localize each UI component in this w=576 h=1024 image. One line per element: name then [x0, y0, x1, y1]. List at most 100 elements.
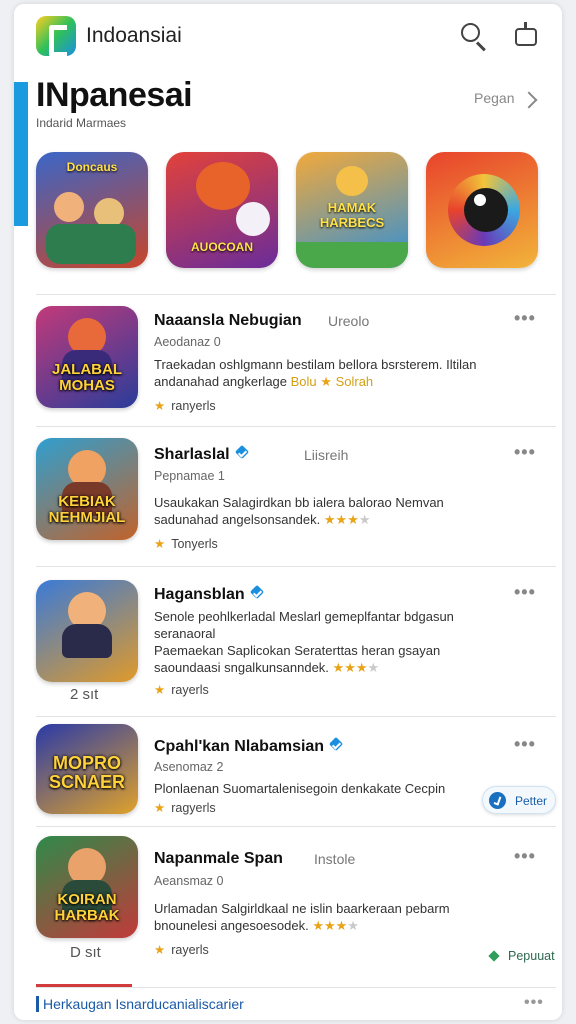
- featured-game-tile[interactable]: Doncaus: [36, 152, 148, 268]
- star-rating-icon: ★★★: [323, 512, 359, 527]
- rating-label: Tonyerls: [171, 537, 218, 551]
- game-title[interactable]: Cpahl'kan Nlabamsian: [154, 738, 344, 756]
- repair-label: Pepuuat: [508, 949, 555, 963]
- cast-icon[interactable]: [512, 20, 542, 52]
- more-options-icon[interactable]: •••: [514, 442, 536, 463]
- game-icon-label: JALABAL MOHAS: [52, 361, 122, 394]
- chevron-right-icon[interactable]: [522, 91, 536, 109]
- bottom-section-label[interactable]: Herkaugan Isnarducanialiscarier: [36, 996, 244, 1012]
- divider: [36, 987, 556, 988]
- see-more-link[interactable]: Pegan: [474, 90, 514, 106]
- star-rating-empty-icon: ★: [358, 512, 371, 527]
- list-item[interactable]: 2 sıt Hagansblan ••• Senole peohlkerlada…: [14, 572, 562, 714]
- action-pill-label: Petter: [515, 794, 548, 808]
- app-name: Indoansiai: [86, 24, 182, 47]
- side-accent-bar: [14, 82, 28, 226]
- more-options-icon[interactable]: •••: [524, 994, 544, 1012]
- star-icon: ★: [154, 537, 166, 551]
- list-item[interactable]: KEBIAK NEHMJIAL Sharlaslal Liisreih ••• …: [14, 432, 562, 564]
- description-accent: Bolu: [290, 374, 317, 389]
- page-subtitle: Indarid Marmaes: [36, 116, 127, 130]
- featured-game-tile[interactable]: [426, 152, 538, 268]
- rating-label: rayerls: [171, 683, 209, 697]
- list-item[interactable]: JALABAL MOHAS Naaansla Nebugian Ureolo •…: [14, 300, 562, 424]
- description-line: Senole peohlkerladal Meslarl gemeplfanta…: [154, 609, 454, 624]
- featured-tile-label: Doncaus: [66, 160, 118, 174]
- game-icon-label: KEBIAK NEHMJIAL: [48, 493, 126, 526]
- description-line: Usaukakan Salagirdkan bb ialera balorao …: [154, 495, 444, 510]
- game-icon: KOIRAN HARBAK: [36, 836, 138, 938]
- game-tag: Ureolo: [328, 313, 370, 329]
- star-icon: ★: [154, 683, 166, 697]
- star-rating-empty-icon: ★: [347, 918, 359, 933]
- app-logo-icon[interactable]: [36, 16, 76, 57]
- description-line: Urlamadan Salgirldkaal ne islin baarkera…: [154, 901, 450, 916]
- star-icon: ★: [154, 399, 166, 413]
- description-line: saoundaasi sngalkunsanndek.: [154, 660, 329, 675]
- description-line: Paemaekan Saplicokan Seraterttas heran g…: [154, 643, 441, 658]
- star-rating-empty-icon: ★: [367, 660, 380, 675]
- game-title-text: Cpahl'kan Nlabamsian: [154, 738, 325, 755]
- verified-badge-icon: [236, 446, 250, 460]
- game-meta: Aeodanaz 0: [154, 335, 221, 349]
- more-options-icon[interactable]: •••: [514, 308, 536, 329]
- icon-caption: D sıt: [70, 944, 101, 961]
- featured-tile-label: HAMAK HARBECS: [319, 200, 385, 230]
- description-line: seranaoral: [154, 626, 216, 641]
- game-description: Traekadan oshlgmann bestilam bellora bsr…: [154, 356, 514, 390]
- description-line: sadunahad angelsonsandek.: [154, 512, 321, 527]
- game-description: Usaukakan Salagirdkan bb ialera balorao …: [154, 494, 514, 528]
- game-meta: Aeansmaz 0: [154, 874, 224, 888]
- list-item[interactable]: KOIRAN HARBAK D sıt Napanmale Span Insto…: [14, 832, 562, 978]
- game-description: Urlamadan Salgirldkaal ne islin baarkera…: [154, 900, 514, 934]
- more-options-icon[interactable]: •••: [514, 734, 536, 755]
- game-meta: Pepnamae 1: [154, 469, 225, 483]
- game-title[interactable]: Hagansblan: [154, 586, 265, 604]
- rating-row: ★ Tonyerls: [154, 536, 218, 551]
- divider: [36, 294, 556, 295]
- star-icon: ★: [154, 943, 166, 957]
- app-frame: Indoansiai INpanesai Indarid Marmaes Peg…: [14, 4, 562, 1020]
- rating-row: ★ rayerls: [154, 682, 209, 697]
- description-line: Traekadan oshlgmann bestilam bellora bsr…: [154, 357, 477, 372]
- game-icon: MOPRO SCNAER: [36, 724, 138, 814]
- check-circle-icon: [489, 792, 506, 809]
- featured-game-tile[interactable]: AUOCOAN: [166, 152, 278, 268]
- game-title[interactable]: Napanmale Span: [154, 850, 283, 868]
- game-icon: JALABAL MOHAS: [36, 306, 138, 408]
- rating-row: ★ ragyerls: [154, 800, 216, 815]
- game-icon-label: MOPRO SCNAER: [48, 753, 125, 792]
- game-icon-label: KOIRAN HARBAK: [54, 891, 120, 924]
- more-options-icon[interactable]: •••: [514, 582, 536, 603]
- divider: [36, 826, 556, 827]
- more-options-icon[interactable]: •••: [514, 846, 536, 867]
- verified-badge-icon: [251, 586, 265, 600]
- featured-game-tile[interactable]: HAMAK HARBECS: [296, 152, 408, 268]
- game-title[interactable]: Sharlaslal: [154, 446, 250, 464]
- game-tag: Liisreih: [304, 447, 349, 463]
- app-bar: Indoansiai: [14, 4, 562, 70]
- rating-row: ★ ranyerls: [154, 398, 216, 413]
- game-title[interactable]: Naaansla Nebugian: [154, 312, 302, 330]
- page-title: INpanesai: [36, 76, 193, 114]
- game-tag: Instole: [314, 851, 356, 867]
- verified-badge-icon: [330, 738, 344, 752]
- star-icon: ★: [320, 374, 332, 389]
- featured-tile-label: AUOCOAN: [191, 240, 253, 254]
- rating-row: ★ rayerls: [154, 942, 209, 957]
- action-pill-button[interactable]: Petter: [482, 786, 556, 814]
- game-meta: Asenomaz 2: [154, 760, 224, 774]
- list-item[interactable]: MOPRO SCNAER Cpahl'kan Nlabamsian ••• As…: [14, 720, 562, 826]
- description-accent: Solrah: [335, 374, 374, 389]
- search-icon[interactable]: [458, 20, 490, 52]
- repair-link[interactable]: Pepuuat: [488, 948, 555, 963]
- description-line: bnounelesi angesoesodek.: [154, 918, 309, 933]
- game-title-text: Hagansblan: [154, 586, 245, 603]
- star-icon: ★: [154, 801, 166, 815]
- rating-label: ragyerls: [171, 801, 216, 815]
- rating-label: rayerls: [171, 943, 209, 957]
- icon-caption: 2 sıt: [70, 686, 99, 703]
- game-title-text: Sharlaslal: [154, 446, 230, 463]
- star-rating-icon: ★★★: [332, 660, 368, 675]
- divider: [36, 426, 556, 427]
